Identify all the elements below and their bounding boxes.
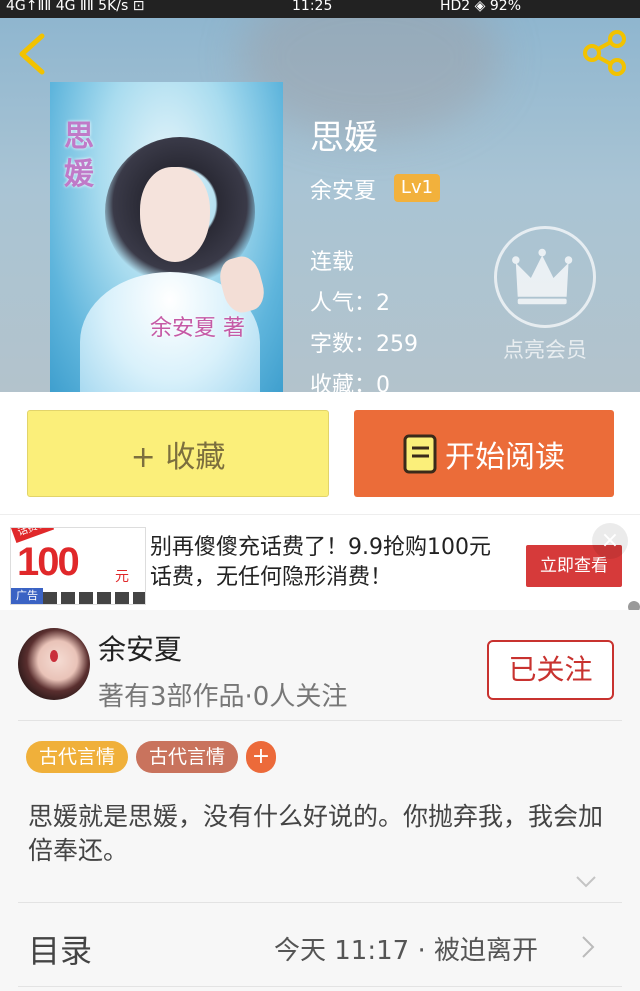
book-header: 思媛 余安夏 著 思媛 余安夏 Lv1 连载 人气：2 字数：259 收藏：0 … <box>0 18 640 392</box>
signal-status: 4G↑ⅡⅡ 4G ⅡⅡ 5K/s ⊡ <box>6 0 145 14</box>
crown-icon <box>512 248 573 305</box>
book-favorites: 收藏：0 <box>310 367 390 392</box>
words-label: 字数： <box>310 332 377 357</box>
author-name[interactable]: 余安夏 <box>98 628 182 668</box>
avatar[interactable] <box>18 628 90 700</box>
avatar-mark <box>50 650 58 662</box>
start-reading-button[interactable]: 开始阅读 <box>354 410 614 497</box>
battery-status: HD2 ◈ 92% <box>440 0 521 14</box>
back-icon[interactable] <box>14 32 50 76</box>
favorites-value: 0 <box>376 373 391 392</box>
clock: 11:25 <box>292 0 333 14</box>
popularity-value: 2 <box>376 291 391 316</box>
ad-image[interactable]: 话费包 100 元 广告 <box>10 527 146 605</box>
start-reading-label: 开始阅读 <box>445 439 565 475</box>
divider <box>18 720 622 721</box>
book-description: 思媛就是思媛，没有什么好说的。你抛弃我，我会加倍奉还。 <box>28 802 604 865</box>
chevron-down-icon[interactable] <box>574 874 598 890</box>
ad-image-amount: 100 <box>17 540 80 584</box>
book-cover[interactable]: 思媛 余安夏 著 <box>50 82 283 392</box>
book-word-count: 字数：259 <box>310 326 418 358</box>
favorites-label: 收藏： <box>310 373 377 392</box>
vip-button[interactable] <box>494 226 596 328</box>
status-bar: 4G↑ⅡⅡ 4G ⅡⅡ 5K/s ⊡ 11:25 HD2 ◈ 92% <box>0 0 640 18</box>
close-icon[interactable]: × <box>592 523 628 559</box>
author-card: 余安夏 著有3部作品·0人关注 已关注 古代言情 古代言情 + 思媛就是思媛，没… <box>0 610 640 991</box>
latest-chapter[interactable]: 今天 11:17 · 被迫离开 <box>274 930 538 967</box>
words-value: 259 <box>376 332 419 357</box>
book-author[interactable]: 余安夏 <box>310 173 376 205</box>
cover-face <box>140 167 210 262</box>
book-icon <box>403 434 437 473</box>
ad-banner[interactable]: 话费包 100 元 广告 别再傻傻充话费了！9.9抢购100元话费，无任何隐形消… <box>0 514 640 613</box>
ad-text[interactable]: 别再傻傻充话费了！9.9抢购100元话费，无任何隐形消费！ <box>150 533 510 593</box>
divider <box>18 986 622 987</box>
collect-button[interactable]: + 收藏 <box>27 410 329 497</box>
vip-label[interactable]: 点亮会员 <box>494 334 596 364</box>
chevron-right-icon[interactable] <box>580 934 596 960</box>
popularity-label: 人气： <box>310 291 377 316</box>
add-tag-button[interactable]: + <box>246 741 276 773</box>
ad-strip <box>43 592 145 604</box>
genre-tag[interactable]: 古代言情 <box>26 741 128 773</box>
action-bar: + 收藏 开始阅读 <box>0 392 640 514</box>
ad-label: 广告 <box>11 588 43 604</box>
share-icon[interactable] <box>580 28 630 78</box>
cover-author: 余安夏 著 <box>150 316 245 341</box>
book-title: 思媛 <box>310 118 378 158</box>
follow-button[interactable]: 已关注 <box>487 640 614 700</box>
level-badge: Lv1 <box>394 174 440 202</box>
book-status: 连载 <box>310 250 355 275</box>
toc-label[interactable]: 目录 <box>28 926 92 972</box>
divider <box>18 902 622 903</box>
author-meta: 著有3部作品·0人关注 <box>98 682 348 712</box>
ad-image-unit: 元 <box>115 569 129 585</box>
genre-tag[interactable]: 古代言情 <box>136 741 238 773</box>
book-popularity: 人气：2 <box>310 285 390 317</box>
cover-title: 思媛 <box>64 119 94 192</box>
